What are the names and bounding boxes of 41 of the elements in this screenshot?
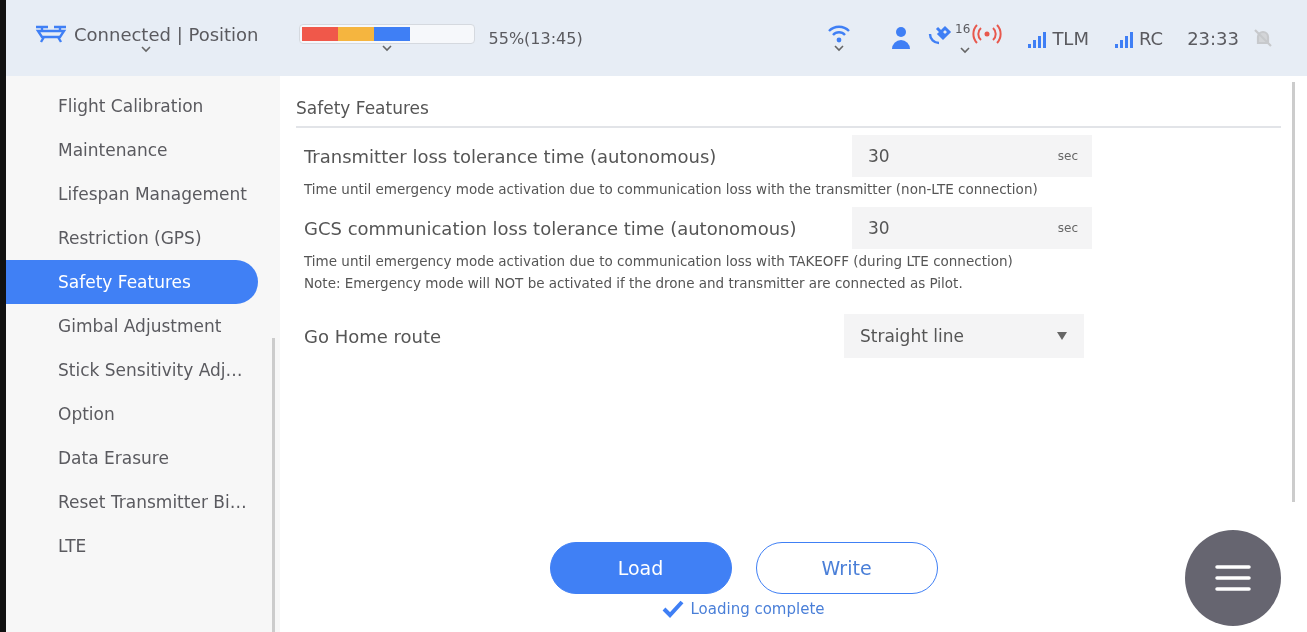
broadcast-icon [972,24,1003,44]
sidebar-item[interactable]: LTE [6,524,258,568]
route-dropdown[interactable]: Straight line [844,314,1084,358]
dropdown-arrow-icon [1056,331,1068,341]
sidebar-item[interactable]: Maintenance [6,128,258,172]
checkmark-icon [662,600,685,618]
setting-description: Time until emergency mode activation due to communication loss with TAKEOFF (during LTE connection) [303,252,1014,271]
drone-icon [34,24,68,44]
wifi-icon[interactable] [827,24,852,44]
sidebar-item[interactable]: Flight Calibration [6,84,258,128]
load-button[interactable]: Load [549,542,732,594]
caret-icon[interactable] [958,46,971,54]
caret-icon[interactable] [380,44,393,52]
sidebar-item[interactable]: Data Erasure [6,436,258,480]
telemetry-label: TLM [1052,27,1089,49]
sidebar-item[interactable]: Restriction (GPS) [6,216,258,260]
number-field[interactable]: 30 sec [852,135,1092,177]
bell-off-icon [1253,28,1273,48]
clock-time: 23:33 [1187,27,1239,49]
sidebar-item[interactable]: Reset Transmitter Bi… [6,480,258,524]
connection-status: Connected | Position [74,23,259,45]
sidebar-item[interactable]: Lifespan Management [6,172,258,216]
caret-icon[interactable] [140,44,153,53]
setting-description: Time until emergency mode activation due to communication loss with the transmitter (non-LTE connection) [303,180,1039,199]
battery-reading: 55%(13:45) [488,28,583,48]
sidebar-item[interactable]: Safety Features [6,260,258,304]
number-field[interactable]: 30 sec [852,207,1092,249]
sidebar-item[interactable]: Gimbal Adjustment [6,304,258,348]
menu-icon [1215,564,1251,592]
setting-label: Transmitter loss tolerance time (autonomous) [304,145,718,167]
setting-label: Go Home route [304,325,443,347]
setting-label: GCS communication loss tolerance time (autonomous) [304,217,798,239]
setting-description: Note: Emergency mode will NOT be activated if the drone and transmitter are connected as Pilot. [303,274,964,293]
status-message: Loading complete [690,600,825,618]
satellite-count: 16 [955,22,971,36]
section-title: Safety Features [296,86,1281,128]
sidebar-item[interactable]: Option [6,392,258,436]
rc-label: RC [1138,27,1164,49]
write-button[interactable]: Write [755,542,938,594]
sidebar-item[interactable]: Stick Sensitivity Adj… [6,348,258,392]
caret-icon[interactable] [833,44,846,52]
